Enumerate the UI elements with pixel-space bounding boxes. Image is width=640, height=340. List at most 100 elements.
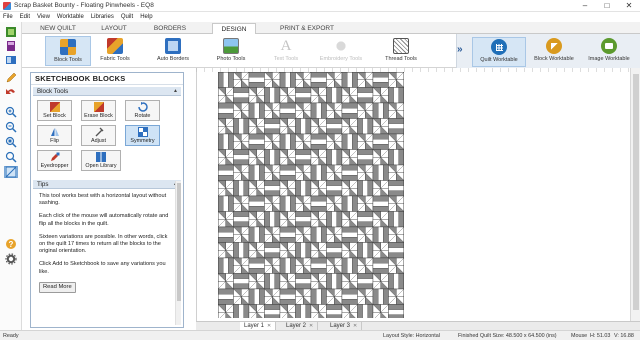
tab-layout[interactable]: LAYOUT [92, 23, 136, 34]
menu-quilt[interactable]: Quilt [121, 14, 133, 20]
quilt-block [264, 133, 281, 150]
quilt-block [372, 149, 389, 166]
text-tools-button[interactable]: A Text Tools [263, 36, 309, 66]
tab-print-export[interactable]: PRINT & EXPORT [262, 23, 352, 34]
fabric-tools-button[interactable]: Fabric Tools [92, 36, 138, 66]
photo-tools-button[interactable]: Photo Tools [208, 36, 254, 66]
erase-block-icon [93, 102, 104, 112]
quilt-block [372, 180, 389, 197]
quilt-block [218, 273, 234, 290]
quilt-worktable-button[interactable]: Quilt Worktable [472, 37, 526, 67]
view-sketchbook-icon[interactable] [4, 54, 18, 66]
close-icon[interactable]: ✕ [353, 323, 357, 329]
canvas-scroll-thumb[interactable] [633, 74, 639, 310]
adjust-button[interactable]: Adjust [81, 125, 116, 146]
quilt-block [295, 102, 312, 119]
fit-to-window-icon[interactable] [4, 136, 18, 148]
menu-worktable[interactable]: Worktable [57, 14, 84, 20]
embroidery-tools-button[interactable]: Embroidery Tools [318, 36, 364, 66]
menu-view[interactable]: View [37, 14, 50, 20]
collapse-caret-icon[interactable]: ▲ [173, 87, 178, 96]
erase-block-button[interactable]: Erase Block [81, 100, 116, 121]
quilt-block [326, 180, 343, 197]
tips-section-header[interactable]: Tips ▲ [33, 180, 181, 189]
tips-scrollbar[interactable] [175, 181, 181, 325]
block-worktable-button[interactable]: Block Worktable [527, 37, 581, 67]
quilt-block [310, 118, 327, 135]
open-library-button[interactable]: Open Library [81, 150, 121, 171]
menu-help[interactable]: Help [140, 14, 152, 20]
menu-edit[interactable]: Edit [20, 14, 30, 20]
quilt-block [341, 102, 358, 119]
quilt-block [310, 304, 327, 318]
quilt-block [233, 226, 250, 243]
tips-content: This tool works best with a horizontal l… [33, 189, 181, 324]
settings-icon[interactable] [4, 253, 18, 265]
open-library-icon [96, 152, 106, 162]
quilt-block [388, 226, 404, 243]
quilt-block [357, 180, 374, 197]
quilt-design[interactable] [218, 72, 404, 318]
status-bar: Ready Layout Style: Horizontal Finished … [0, 330, 640, 340]
quilt-block [326, 211, 343, 228]
quilt-block [388, 164, 404, 181]
pencil-icon[interactable] [4, 72, 18, 84]
quilt-block [218, 164, 234, 181]
quilt-block [357, 226, 374, 243]
quilt-block [248, 164, 265, 181]
undo-icon[interactable] [4, 86, 18, 98]
tab-new-quilt[interactable]: NEW QUILT [24, 23, 92, 34]
maximize-button[interactable]: □ [596, 0, 618, 12]
set-block-button[interactable]: Set Block [37, 100, 72, 121]
quilt-block [341, 288, 358, 305]
zoom-in-icon[interactable] [4, 106, 18, 118]
quilt-block [326, 226, 343, 243]
quilt-block [233, 180, 250, 197]
quilt-block [279, 133, 296, 150]
ruler-icon[interactable] [4, 166, 18, 178]
tip-paragraph: Click Add to Sketchbook to save any vari… [39, 261, 166, 275]
tab-design[interactable]: DESIGN [212, 23, 256, 34]
block-tools-button[interactable]: Block Tools [45, 36, 91, 66]
symmetry-button[interactable]: Symmetry [125, 125, 160, 146]
auto-borders-button[interactable]: Auto Borders [150, 36, 196, 66]
canvas-vertical-scrollbar[interactable] [630, 68, 640, 321]
close-icon[interactable]: ✕ [267, 323, 271, 329]
collapse-chevron-icon[interactable]: » [457, 44, 463, 55]
quilt-block [310, 180, 327, 197]
flip-button[interactable]: Flip [37, 125, 72, 146]
help-icon[interactable]: ? [4, 238, 18, 250]
quilt-block [326, 133, 343, 150]
close-button[interactable]: ✕ [618, 0, 640, 12]
menu-libraries[interactable]: Libraries [91, 14, 114, 20]
tips-scroll-thumb[interactable] [177, 183, 181, 301]
tab-borders[interactable]: BORDERS [136, 23, 204, 34]
quilt-block [264, 288, 281, 305]
project-icon[interactable] [4, 26, 18, 38]
quilt-block [248, 133, 265, 150]
quilt-block [295, 242, 312, 259]
block-tools-section-header[interactable]: Block Tools ▲ [33, 87, 181, 96]
zoom-out-icon[interactable] [4, 121, 18, 133]
minimize-button[interactable]: – [574, 0, 596, 12]
rotate-button[interactable]: Rotate [125, 100, 160, 121]
quilt-block [372, 133, 389, 150]
status-finished-size: Finished Quilt Size: 48.500 x 64.500 (in… [458, 333, 557, 339]
quilt-block [264, 72, 281, 88]
tip-paragraph: Sixteen variations are possible. In othe… [39, 233, 168, 255]
menu-file[interactable]: File [3, 14, 13, 20]
thread-tools-button[interactable]: Thread Tools [378, 36, 424, 66]
refresh-icon[interactable] [4, 151, 18, 163]
eyedropper-button[interactable]: Eyedropper [37, 150, 72, 171]
quilt-block [372, 288, 389, 305]
title-bar: Scrap Basket Bounty - Floating Pinwheels… [0, 0, 640, 12]
close-icon[interactable]: ✕ [309, 323, 313, 329]
quilt-block [388, 133, 404, 150]
add-to-sketchbook-icon[interactable] [4, 40, 18, 52]
image-worktable-button[interactable]: Image Worktable [582, 37, 636, 67]
quilt-block [279, 211, 296, 228]
quilt-block [372, 273, 389, 290]
read-more-button[interactable]: Read More [39, 281, 76, 294]
quilt-block [357, 211, 374, 228]
quilt-block [326, 149, 343, 166]
